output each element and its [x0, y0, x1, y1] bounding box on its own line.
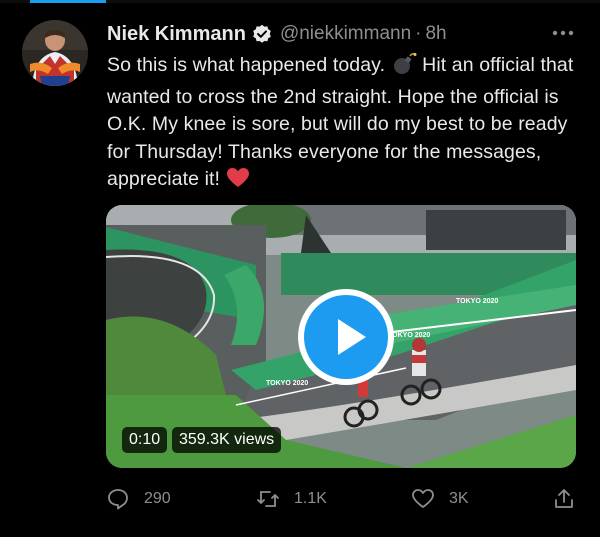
separator-dot: · — [415, 23, 422, 44]
retweet-icon — [257, 491, 279, 507]
video-player[interactable]: TOKYO 2020 TOKYO 2020 TOKYO 2020 0:10 35… — [106, 205, 576, 468]
video-duration: 0:10 — [122, 427, 168, 453]
tweet[interactable]: Niek Kimmann @niekkimmann · 8h So this i… — [0, 0, 600, 537]
tweet-text: So this is what happened today. Hit an o… — [107, 52, 583, 198]
reply-count: 290 — [144, 490, 171, 507]
like-button[interactable]: 3K — [411, 485, 469, 513]
like-count: 3K — [449, 490, 469, 507]
retweet-button[interactable]: 1.1K — [256, 485, 327, 513]
more-options-icon[interactable] — [552, 30, 574, 36]
play-icon — [338, 319, 366, 355]
heart-icon — [412, 489, 434, 508]
tweet-actions: 290 1.1K 3K — [106, 485, 580, 513]
reply-button[interactable]: 290 — [106, 485, 171, 513]
play-button[interactable] — [298, 289, 394, 385]
play-button-inner — [304, 295, 388, 379]
bomb-emoji-icon — [391, 53, 417, 84]
tweet-time[interactable]: 8h — [425, 23, 446, 45]
tweet-header: Niek Kimmann @niekkimmann · 8h — [107, 22, 577, 46]
banner-text-2: TOKYO 2020 — [266, 380, 308, 387]
avatar[interactable] — [22, 20, 88, 86]
retweet-count: 1.1K — [294, 490, 327, 507]
share-button[interactable] — [552, 485, 590, 513]
author-name[interactable]: Niek Kimmann — [107, 23, 246, 46]
tweet-text-part-1: So this is what happened today. — [107, 54, 386, 76]
verified-badge-icon — [252, 24, 272, 44]
banner-text-3: TOKYO 2020 — [388, 332, 430, 339]
banner-text-1: TOKYO 2020 — [456, 298, 498, 305]
share-icon — [555, 489, 573, 508]
video-view-count: 359.3K views — [172, 427, 282, 453]
avatar-image — [22, 20, 88, 86]
red-heart-emoji-icon — [226, 167, 250, 198]
reply-icon — [108, 489, 128, 510]
author-handle[interactable]: @niekkimmann — [280, 23, 411, 45]
